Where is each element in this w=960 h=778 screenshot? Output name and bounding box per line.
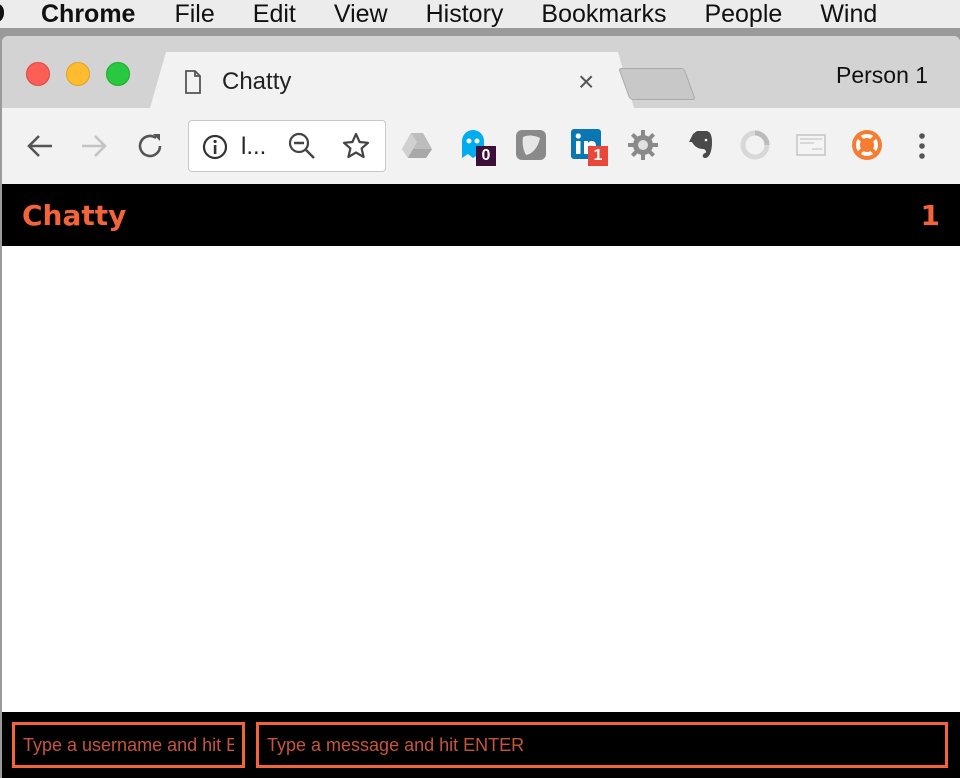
forward-arrow-icon[interactable] bbox=[76, 128, 112, 164]
macos-menu-bar: Chrome File Edit View History Bookmarks … bbox=[0, 0, 960, 28]
info-icon[interactable] bbox=[201, 133, 229, 161]
menu-edit[interactable]: Edit bbox=[253, 0, 296, 28]
gear-extension-icon[interactable] bbox=[626, 128, 660, 162]
menu-people[interactable]: People bbox=[704, 0, 782, 28]
menu-file[interactable]: File bbox=[174, 0, 214, 28]
zoom-out-icon[interactable] bbox=[287, 131, 317, 161]
lifebuoy-extension-icon[interactable] bbox=[850, 128, 884, 162]
minimize-window-button[interactable] bbox=[66, 62, 90, 86]
address-bar[interactable]: l... bbox=[188, 120, 386, 172]
ghostery-badge: 0 bbox=[476, 146, 496, 166]
tab-title: Chatty bbox=[222, 68, 292, 95]
username-input[interactable] bbox=[12, 722, 245, 768]
document-icon bbox=[185, 70, 201, 94]
evernote-icon[interactable] bbox=[684, 128, 718, 162]
chat-bar bbox=[2, 712, 960, 778]
profile-button[interactable]: Person 1 bbox=[836, 62, 928, 89]
linkedin-extension[interactable]: 1 bbox=[570, 128, 608, 166]
menu-app-name[interactable]: Chrome bbox=[41, 0, 135, 28]
message-list[interactable] bbox=[2, 246, 960, 712]
spinner-extension-icon[interactable] bbox=[738, 128, 772, 162]
menu-history[interactable]: History bbox=[426, 0, 504, 28]
close-tab-icon[interactable]: × bbox=[578, 66, 594, 98]
new-tab-button[interactable] bbox=[618, 68, 696, 100]
url-text: l... bbox=[241, 133, 267, 160]
page-content: Chatty 1 bbox=[2, 184, 960, 778]
bookmark-star-icon[interactable] bbox=[341, 131, 371, 161]
google-drive-icon[interactable] bbox=[400, 128, 434, 162]
online-user-count: 1 bbox=[920, 198, 940, 232]
menu-window[interactable]: Wind bbox=[820, 0, 877, 28]
reader-extension-icon[interactable] bbox=[794, 128, 828, 162]
zoom-window-button[interactable] bbox=[106, 62, 130, 86]
reload-icon[interactable] bbox=[132, 128, 168, 164]
apple-logo-icon[interactable] bbox=[0, 0, 10, 28]
menu-bookmarks[interactable]: Bookmarks bbox=[541, 0, 666, 28]
ghostery-extension[interactable]: 0 bbox=[458, 128, 496, 166]
shield-extension-icon[interactable] bbox=[514, 128, 548, 162]
browser-window: Chatty × Person 1 l... 0 1 Chatty 1 Type… bbox=[2, 36, 960, 778]
back-arrow-icon[interactable] bbox=[22, 128, 58, 164]
linkedin-badge: 1 bbox=[588, 146, 608, 166]
browser-toolbar: l... 0 1 bbox=[2, 108, 960, 184]
app-brand: Chatty bbox=[22, 198, 127, 232]
close-window-button[interactable] bbox=[26, 62, 50, 86]
chrome-menu-icon[interactable] bbox=[910, 128, 934, 164]
app-header: Chatty 1 bbox=[2, 184, 960, 246]
tab-chatty[interactable]: Chatty × bbox=[150, 52, 634, 108]
message-input[interactable] bbox=[256, 722, 948, 768]
title-bar: Chatty × Person 1 bbox=[2, 36, 960, 108]
menu-view[interactable]: View bbox=[334, 0, 388, 28]
